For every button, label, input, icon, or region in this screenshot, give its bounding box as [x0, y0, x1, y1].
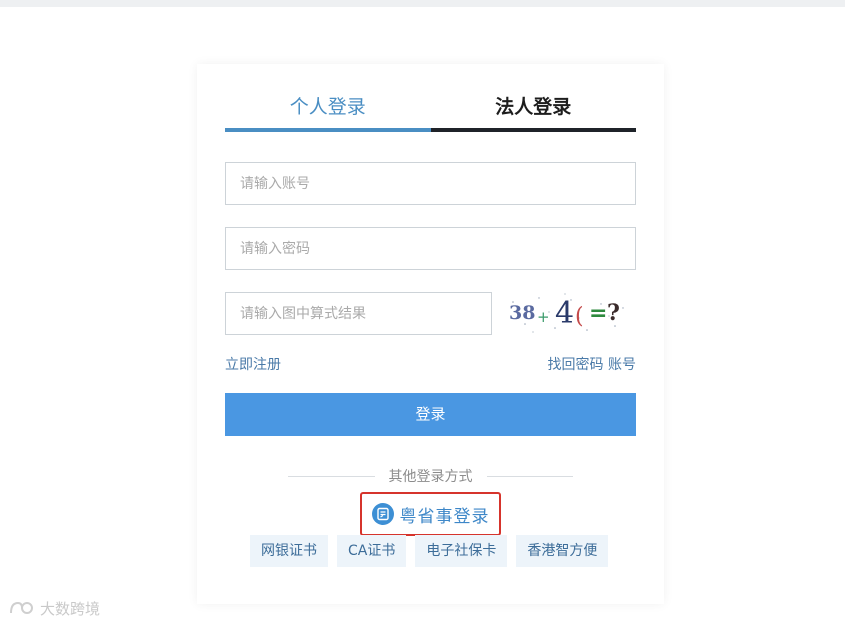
watermark: 大数跨境	[8, 597, 100, 619]
tab-corporate-login[interactable]: 法人登录	[430, 90, 636, 132]
method-ca-cert[interactable]: CA证书	[337, 535, 407, 567]
divider-line-right	[486, 475, 573, 477]
svg-text:38: 38	[509, 302, 535, 324]
svg-text:(: (	[575, 304, 584, 329]
captcha-image[interactable]: 38 + 4 ( = ?	[505, 290, 631, 336]
login-button[interactable]: 登录	[225, 393, 636, 436]
yueshengshi-login-button[interactable]: 粤省事登录	[360, 492, 501, 536]
captcha-input[interactable]	[225, 292, 492, 335]
svg-text:4: 4	[555, 296, 574, 331]
top-strip	[0, 0, 845, 7]
login-tabs: 个人登录 法人登录	[225, 90, 636, 132]
recover-password-link[interactable]: 找回密码 账号	[548, 354, 636, 374]
watermark-text: 大数跨境	[40, 599, 101, 618]
password-input[interactable]	[225, 227, 636, 270]
method-e-social-security-card[interactable]: 电子社保卡	[415, 535, 508, 567]
method-hk-iamsmart[interactable]: 香港智方便	[516, 535, 609, 567]
other-methods-divider: 其他登录方式	[288, 466, 573, 486]
watermark-logo-icon	[10, 601, 33, 614]
other-methods-label: 其他登录方式	[388, 469, 473, 485]
yueshengshi-icon	[371, 503, 394, 525]
svg-text:?: ?	[607, 300, 620, 326]
yueshengshi-label: 粤省事登录	[399, 506, 490, 527]
method-online-banking-cert[interactable]: 网银证书	[250, 535, 328, 567]
svg-text:+: +	[537, 308, 550, 326]
account-input[interactable]	[225, 162, 636, 205]
register-link[interactable]: 立即注册	[225, 354, 281, 374]
login-method-list: 网银证书 CA证书 电子社保卡 香港智方便	[250, 535, 609, 567]
svg-text:=: =	[589, 301, 607, 326]
login-card: 个人登录 法人登录 38 + 4 ( = ? 立即注册 找回密码 账号 登录 其	[197, 64, 664, 604]
auxiliary-links: 立即注册 找回密码 账号	[225, 354, 636, 374]
tab-personal-login[interactable]: 个人登录	[225, 90, 431, 132]
divider-line-left	[288, 475, 375, 477]
